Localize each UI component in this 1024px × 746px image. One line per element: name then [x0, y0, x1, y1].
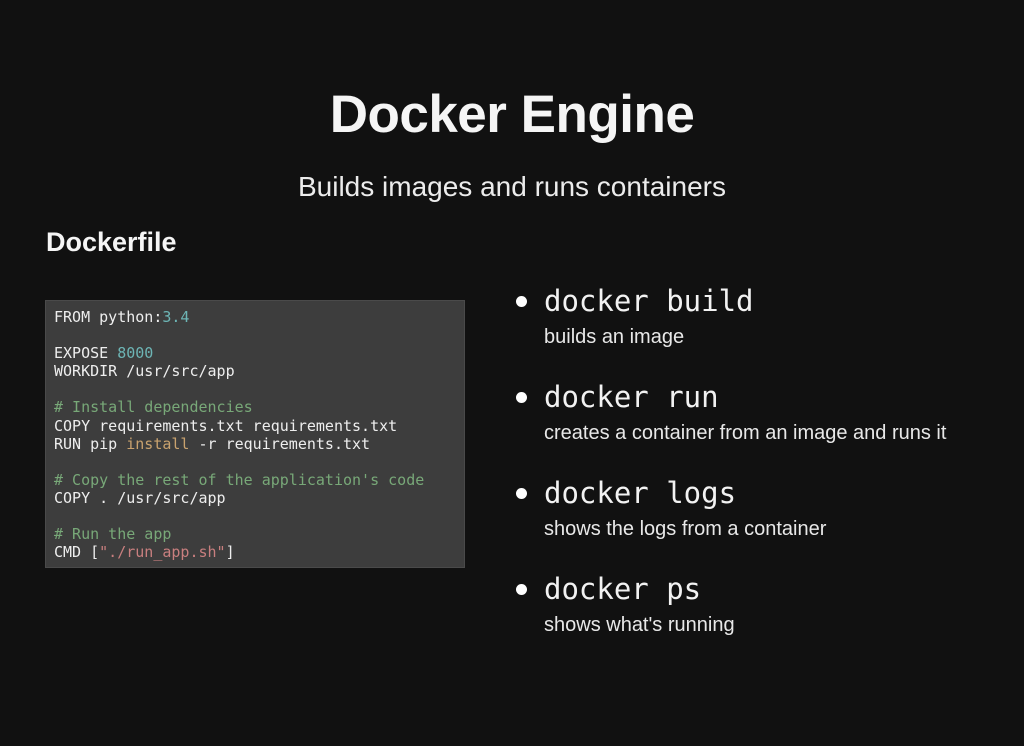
code-line: # Install dependencies — [54, 398, 458, 416]
code-line: # Run the app — [54, 525, 458, 543]
bullet-icon — [516, 296, 527, 307]
command-item: docker run creates a container from an im… — [510, 378, 1010, 446]
command-list: docker build builds an image docker run cre… — [510, 282, 1010, 666]
code-token-plain: RUN pip — [54, 434, 127, 453]
code-token-plain: EXPOSE — [54, 344, 118, 363]
code-token-plain: WORKDIR /usr/src/app — [54, 362, 235, 381]
code-token-plain: COPY . /usr/src/app — [54, 488, 226, 507]
command-text: docker build — [544, 284, 754, 318]
code-token-plain: FROM python: — [54, 308, 163, 326]
code-token-string: "./run_app.sh" — [99, 543, 226, 562]
command-item: docker build builds an image — [510, 282, 1010, 350]
code-token-comment: # Install dependencies — [54, 398, 253, 417]
command-text: docker logs — [544, 476, 737, 510]
code-token-plain: COPY requirements.txt requirements.txt — [54, 416, 398, 435]
command-description: creates a container from an image and ru… — [544, 422, 947, 444]
code-token-plain: ] — [225, 543, 235, 562]
slide-title: Docker Engine — [329, 85, 695, 144]
code-token-builtin: install — [126, 434, 190, 453]
command-description: shows the logs from a container — [544, 518, 827, 540]
code-token-plain: -r requirements.txt — [189, 434, 371, 453]
code-line: WORKDIR /usr/src/app — [54, 362, 458, 380]
command-text: docker ps — [544, 572, 702, 606]
code-token-comment: # Copy the rest of the application's cod… — [54, 470, 425, 489]
bullet-icon — [516, 392, 527, 403]
code-token-number: 8000 — [117, 344, 154, 363]
bullet-icon — [516, 488, 527, 499]
code-line: RUN pip install -r requirements.txt — [54, 435, 458, 453]
code-line: # Copy the rest of the application's cod… — [54, 471, 458, 489]
code-line: EXPOSE 8000 — [54, 344, 458, 362]
bullet-icon — [516, 584, 527, 595]
slide-subtitle: Builds images and runs containers — [297, 171, 726, 202]
command-item: docker logs shows the logs from a contain… — [510, 474, 1010, 542]
dockerfile-code: FROM python:3.4 EXPOSE 8000 WORKDIR /usr/… — [45, 300, 465, 568]
dockerfile-heading: Dockerfile — [46, 227, 177, 257]
code-line: COPY . /usr/src/app — [54, 489, 458, 507]
code-line: CMD ["./run_app.sh"] — [54, 543, 458, 561]
command-description: builds an image — [544, 326, 685, 348]
command-description: shows what's running — [544, 614, 735, 636]
command-text: docker run — [544, 380, 719, 414]
code-line: FROM python:3.4 — [54, 308, 458, 326]
code-token-plain: CMD [ — [54, 543, 100, 562]
code-token-number: 3.4 — [162, 308, 190, 326]
code-line: COPY requirements.txt requirements.txt — [54, 417, 458, 435]
code-token-comment: # Run the app — [54, 525, 172, 544]
command-item: docker ps shows what's running — [510, 570, 1010, 638]
slide: Docker Engine Builds images and runs con… — [0, 0, 1024, 746]
